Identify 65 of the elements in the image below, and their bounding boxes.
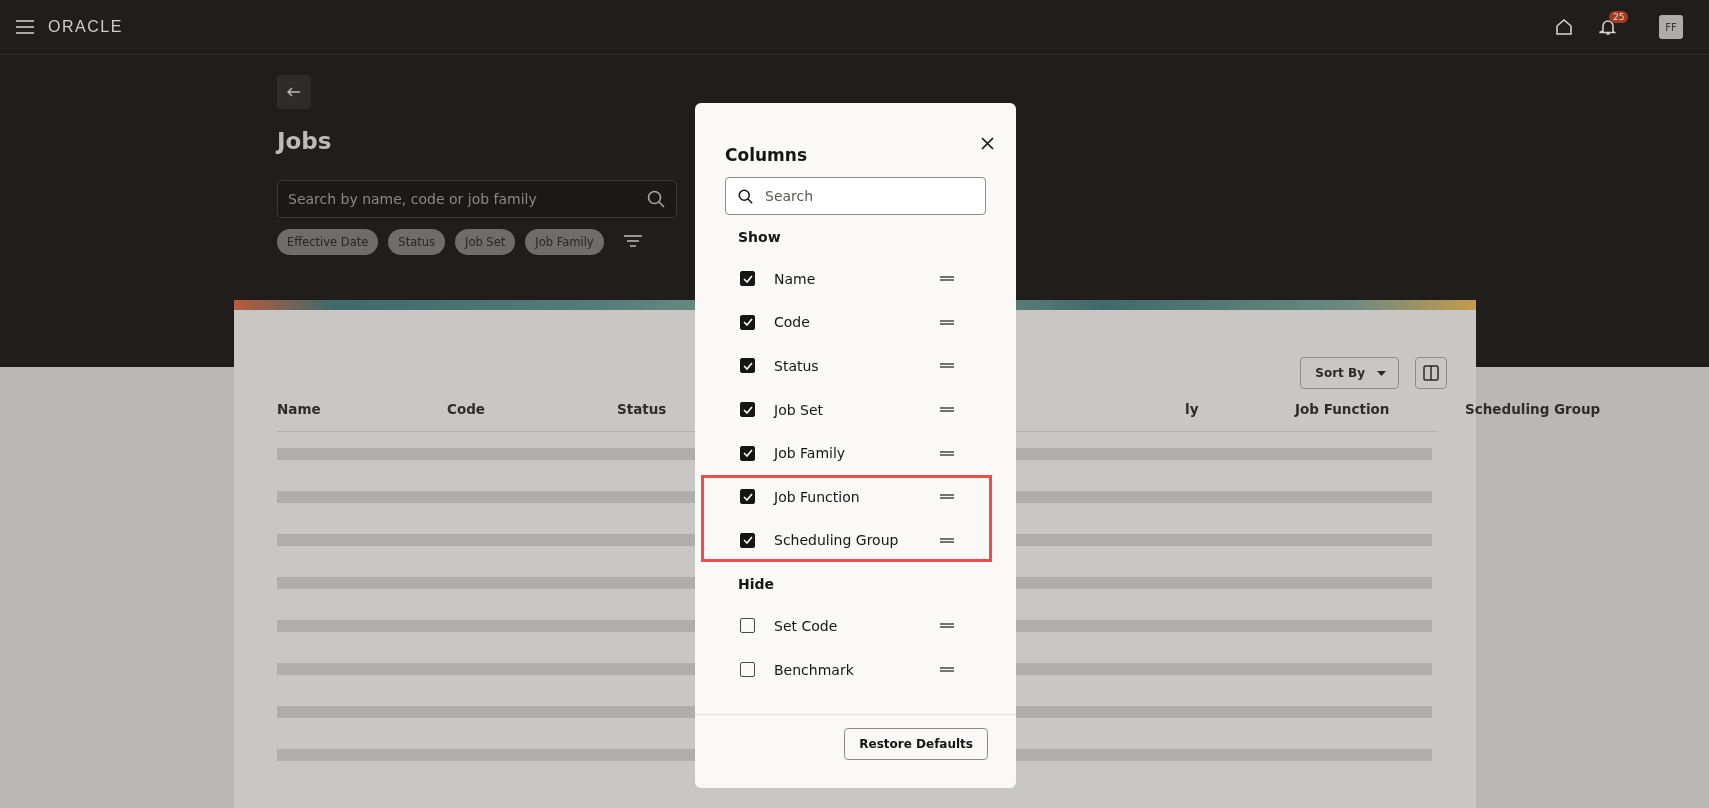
columns-button[interactable] (1415, 357, 1447, 389)
close-icon[interactable] (981, 137, 994, 150)
column-label: Benchmark (774, 661, 855, 678)
column-header: ly (1185, 401, 1199, 417)
menu-icon[interactable] (16, 20, 34, 34)
drag-handle-icon[interactable] (940, 667, 954, 673)
search-icon[interactable] (647, 190, 665, 208)
page-title: Jobs (277, 128, 332, 154)
caret-icon (1377, 370, 1386, 376)
column-header: Name (277, 401, 321, 417)
user-avatar[interactable]: FF (1659, 15, 1683, 39)
checkbox[interactable] (740, 662, 755, 678)
checkbox[interactable] (740, 358, 755, 374)
column-label: Scheduling Group (774, 532, 900, 549)
column-header: Job Function (1295, 401, 1390, 417)
column-row[interactable]: Job Family (701, 431, 992, 475)
columns-icon (1423, 365, 1439, 381)
drag-handle-icon[interactable] (940, 494, 954, 500)
back-button[interactable] (277, 75, 311, 109)
checkbox[interactable] (740, 445, 755, 461)
column-label: Job Set (774, 401, 825, 418)
filter-icon[interactable] (623, 235, 642, 249)
checkbox[interactable] (740, 532, 755, 548)
drag-handle-icon[interactable] (940, 276, 954, 282)
column-label: Name (774, 270, 817, 287)
drag-handle-icon[interactable] (940, 450, 954, 456)
drag-handle-icon[interactable] (940, 623, 954, 629)
section-heading: Hide (737, 575, 776, 595)
search-field[interactable]: Search by name, code or job family (277, 180, 677, 218)
section-heading: Show (737, 228, 782, 247)
column-row[interactable]: Name (701, 257, 992, 301)
column-label: Job Function (774, 488, 861, 505)
drag-handle-icon[interactable] (940, 407, 954, 413)
checkbox[interactable] (740, 402, 755, 418)
column-row[interactable]: Benchmark (701, 647, 992, 692)
column-label: Status (774, 358, 820, 374)
column-header: Code (447, 401, 485, 417)
column-header: Scheduling Group (1465, 401, 1601, 417)
notification-badge: 25 (1609, 11, 1629, 23)
sort-button[interactable]: Sort By (1300, 357, 1399, 389)
column-label: Set Code (774, 617, 839, 634)
drag-handle-icon[interactable] (940, 319, 954, 325)
search-field[interactable]: Search (725, 177, 986, 215)
column-label: Job Family (774, 445, 847, 462)
column-row[interactable]: Scheduling Group (701, 518, 992, 563)
checkbox[interactable] (740, 618, 755, 634)
back-arrow-icon (287, 87, 301, 97)
column-header: Status (617, 401, 667, 417)
restore-defaults-button[interactable]: Restore Defaults (844, 728, 988, 760)
brand-logo: ORACLE (48, 18, 123, 36)
home-icon[interactable] (1555, 18, 1573, 36)
column-row[interactable]: Job Function (701, 474, 992, 519)
drag-handle-icon[interactable] (940, 363, 954, 369)
search-icon (738, 189, 753, 204)
column-row[interactable]: Job Set (701, 387, 992, 432)
drag-handle-icon[interactable] (940, 537, 954, 543)
column-label: Code (774, 314, 811, 331)
dialog-title: Columns (725, 145, 808, 165)
checkbox[interactable] (740, 489, 755, 505)
bell-icon[interactable] (1599, 18, 1617, 36)
column-row[interactable]: Status (701, 344, 992, 388)
checkbox[interactable] (740, 314, 755, 330)
column-row[interactable]: Code (701, 300, 992, 345)
column-row[interactable]: Set Code (701, 604, 992, 648)
checkbox[interactable] (740, 271, 755, 287)
